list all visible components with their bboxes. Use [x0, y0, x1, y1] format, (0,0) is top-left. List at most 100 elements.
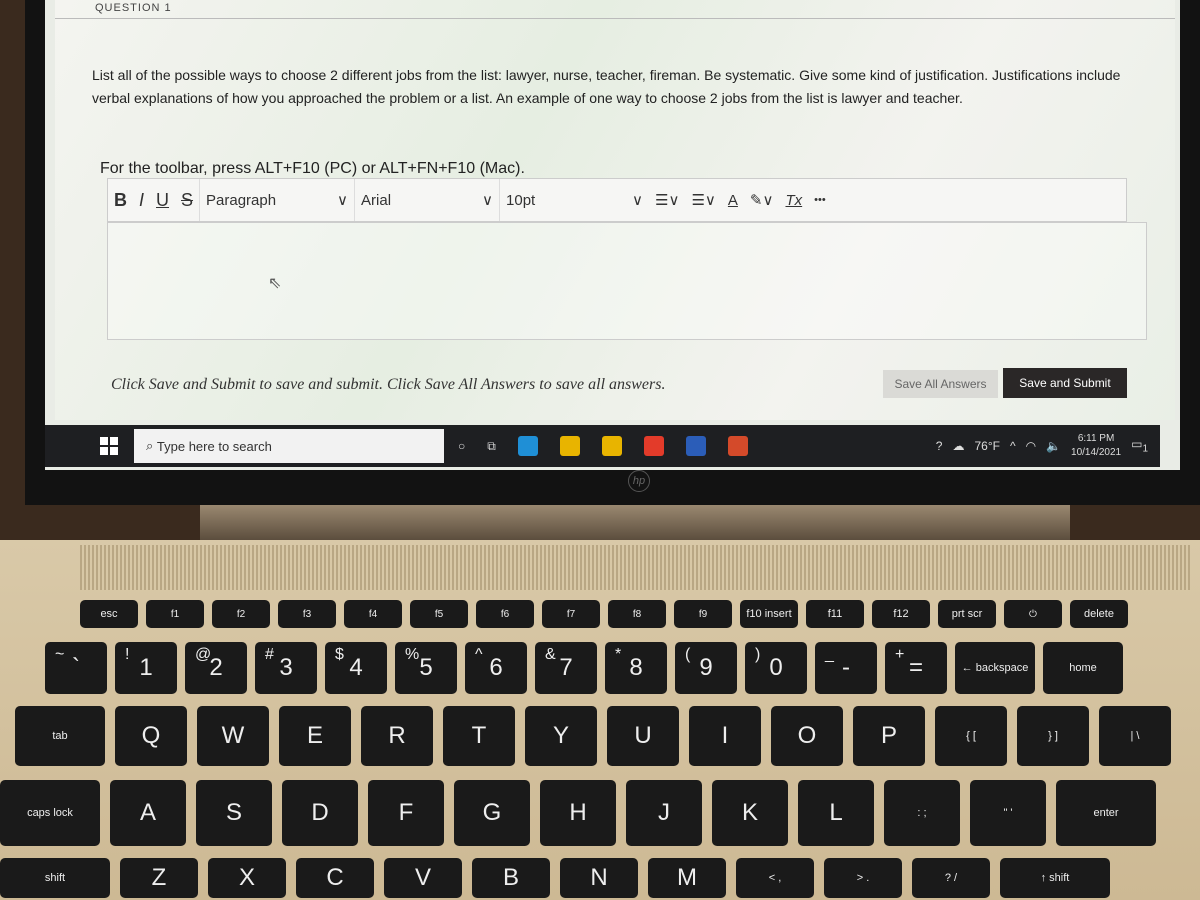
key[interactable]: 9(: [675, 642, 737, 694]
key[interactable]: : ;: [884, 780, 960, 846]
taskbar-app-icon[interactable]: [643, 436, 664, 456]
key[interactable]: } ]: [1017, 706, 1089, 766]
task-view-icon[interactable]: ⧉: [487, 439, 496, 454]
key[interactable]: E: [279, 706, 351, 766]
key[interactable]: shift: [0, 858, 110, 898]
weather-temp[interactable]: 76°F: [974, 439, 999, 453]
font-select[interactable]: Arial ∨: [354, 179, 499, 221]
key[interactable]: X: [208, 858, 286, 898]
key[interactable]: L: [798, 780, 874, 846]
key[interactable]: C: [296, 858, 374, 898]
key[interactable]: home: [1043, 642, 1123, 694]
save-all-answers-button[interactable]: Save All Answers: [883, 370, 998, 398]
key[interactable]: 5%: [395, 642, 457, 694]
taskbar-app-icon[interactable]: [559, 436, 580, 456]
chevron-up-icon[interactable]: ^: [1010, 439, 1016, 453]
key[interactable]: prt scr: [938, 600, 996, 628]
key[interactable]: ← backspace: [955, 642, 1035, 694]
strikethrough-button[interactable]: S: [175, 190, 199, 211]
key[interactable]: Q: [115, 706, 187, 766]
taskbar-app-icon[interactable]: [601, 436, 622, 456]
key[interactable]: N: [560, 858, 638, 898]
key[interactable]: f6: [476, 600, 534, 628]
volume-icon[interactable]: 🔈: [1046, 439, 1061, 453]
key[interactable]: = +: [885, 642, 947, 694]
bullet-list-icon[interactable]: ☰∨: [649, 191, 685, 209]
key[interactable]: f7: [542, 600, 600, 628]
key[interactable]: G: [454, 780, 530, 846]
key[interactable]: f8: [608, 600, 666, 628]
wifi-icon[interactable]: ◠: [1026, 439, 1036, 453]
weather-icon[interactable]: ☁: [952, 439, 964, 453]
key[interactable]: H: [540, 780, 616, 846]
key[interactable]: M: [648, 858, 726, 898]
key[interactable]: Z: [120, 858, 198, 898]
key[interactable]: f11: [806, 600, 864, 628]
notifications-icon[interactable]: ▭1: [1131, 437, 1148, 454]
key[interactable]: 8 *: [605, 642, 667, 694]
key[interactable]: f2: [212, 600, 270, 628]
clock[interactable]: 6:11 PM 10/14/2021: [1071, 432, 1121, 460]
key[interactable]: 0): [745, 642, 807, 694]
key[interactable]: 2 @: [185, 642, 247, 694]
key[interactable]: 6 ^: [465, 642, 527, 694]
save-and-submit-button[interactable]: Save and Submit: [1003, 368, 1127, 398]
key[interactable]: W: [197, 706, 269, 766]
windows-start-icon[interactable]: [100, 437, 118, 455]
key[interactable]: J: [626, 780, 702, 846]
key[interactable]: enter: [1056, 780, 1156, 846]
key[interactable]: ⏻: [1004, 600, 1062, 628]
key[interactable]: > .: [824, 858, 902, 898]
key[interactable]: 4 $: [325, 642, 387, 694]
answer-editor[interactable]: ⇖: [107, 222, 1147, 340]
numbered-list-icon[interactable]: ☰∨: [685, 191, 721, 209]
font-color-button[interactable]: A: [722, 192, 744, 209]
key[interactable]: 1!: [115, 642, 177, 694]
key[interactable]: f9: [674, 600, 732, 628]
key[interactable]: - _: [815, 642, 877, 694]
key[interactable]: f10 insert: [740, 600, 798, 628]
key[interactable]: delete: [1070, 600, 1128, 628]
highlight-icon[interactable]: ✎∨: [744, 191, 780, 209]
key[interactable]: K: [712, 780, 788, 846]
key[interactable]: f3: [278, 600, 336, 628]
key[interactable]: " ': [970, 780, 1046, 846]
key[interactable]: ↑ shift: [1000, 858, 1110, 898]
key[interactable]: f5: [410, 600, 468, 628]
key[interactable]: A: [110, 780, 186, 846]
key[interactable]: I: [689, 706, 761, 766]
key[interactable]: f1: [146, 600, 204, 628]
help-icon[interactable]: ?: [936, 439, 943, 453]
key[interactable]: ` ~: [45, 642, 107, 694]
key[interactable]: tab: [15, 706, 105, 766]
key[interactable]: R: [361, 706, 433, 766]
key[interactable]: esc: [80, 600, 138, 628]
cortana-icon[interactable]: ○: [458, 439, 465, 453]
clear-formatting-button[interactable]: Tx: [779, 192, 808, 209]
key[interactable]: P: [853, 706, 925, 766]
key[interactable]: f4: [344, 600, 402, 628]
key[interactable]: O: [771, 706, 843, 766]
block-format-select[interactable]: Paragraph ∨: [199, 179, 354, 221]
italic-button[interactable]: I: [133, 190, 150, 211]
key[interactable]: 7 &: [535, 642, 597, 694]
key[interactable]: U: [607, 706, 679, 766]
more-button[interactable]: •••: [808, 194, 832, 206]
key[interactable]: D: [282, 780, 358, 846]
key[interactable]: 3 #: [255, 642, 317, 694]
taskbar-app-icon[interactable]: [727, 436, 748, 456]
key[interactable]: < ,: [736, 858, 814, 898]
key[interactable]: caps lock: [0, 780, 100, 846]
key[interactable]: V: [384, 858, 462, 898]
key[interactable]: { [: [935, 706, 1007, 766]
key[interactable]: B: [472, 858, 550, 898]
key[interactable]: | \: [1099, 706, 1171, 766]
key[interactable]: Y: [525, 706, 597, 766]
key[interactable]: ? /: [912, 858, 990, 898]
font-size-select[interactable]: 10pt ∨: [499, 179, 649, 221]
taskbar-app-icon[interactable]: [517, 436, 538, 456]
key[interactable]: F: [368, 780, 444, 846]
key[interactable]: S: [196, 780, 272, 846]
underline-button[interactable]: U: [150, 190, 175, 211]
bold-button[interactable]: B: [108, 190, 133, 211]
